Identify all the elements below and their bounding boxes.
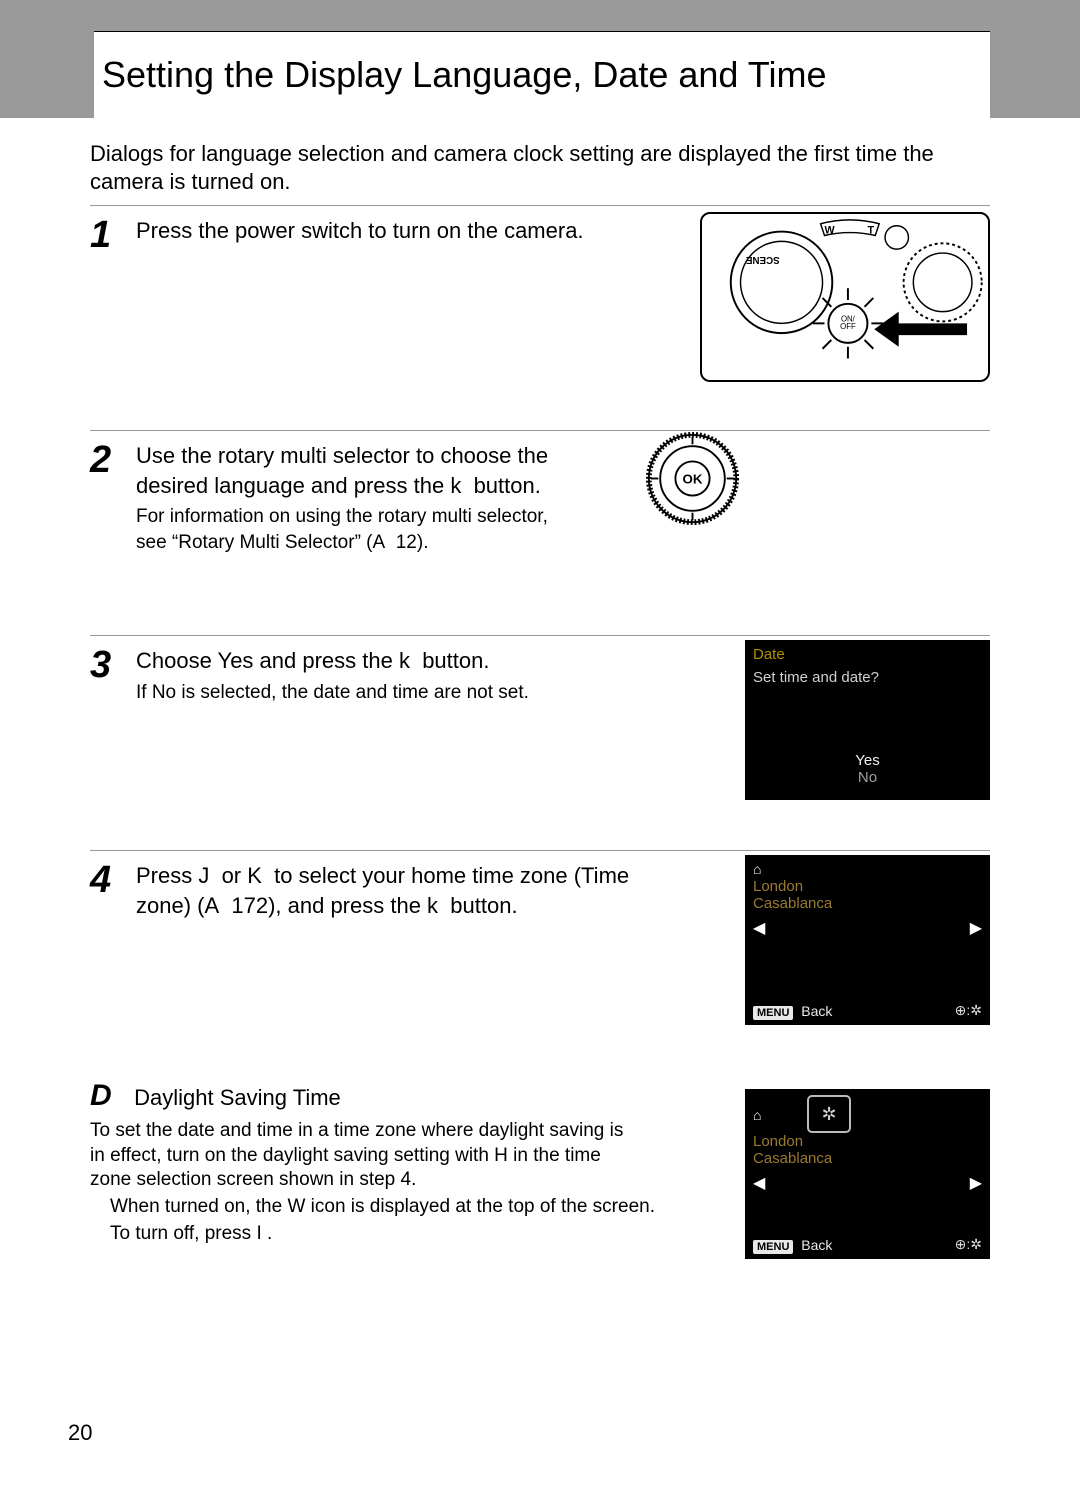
lcd-date-screen: Date Set time and date? Yes No [745, 640, 990, 800]
step-3-number: 3 [90, 646, 118, 684]
step-2-text: Use the rotary multi selector to choose … [136, 443, 548, 498]
lcd-tz2-arrows: ◀ ▶ [753, 1173, 982, 1193]
lcd-tz1-city1: London [753, 878, 982, 895]
step-1-text: Press the power switch to turn on the ca… [136, 218, 584, 243]
page-title: Setting the Display Language, Date and T… [94, 31, 990, 118]
note-title: Daylight Saving Time [134, 1085, 341, 1110]
step-3: 3 Choose Yes and press the k button. If … [90, 635, 990, 850]
svg-text:T: T [867, 225, 874, 237]
lcd-timezone-screen: ⌂ London Casablanca ◀ ▶ MENU Back ⊕:✲ [745, 855, 990, 1025]
lcd-date-prompt: Set time and date? [753, 669, 982, 686]
home-icon: ⌂ [753, 1107, 767, 1121]
step-1-number: 1 [90, 216, 118, 254]
svg-text:W: W [824, 225, 835, 237]
step-3-sub: If No is selected, the date and time are… [136, 680, 636, 706]
step-4-text: Press J or K to select your home time zo… [136, 863, 629, 918]
lcd-tz2-city1: London [753, 1133, 982, 1150]
header-band: Setting the Display Language, Date and T… [0, 0, 1080, 118]
step-4: 4 Press J or K to select your home time … [90, 850, 990, 1065]
lcd-tz2-city2: Casablanca [753, 1150, 982, 1167]
intro-text: Dialogs for language selection and camer… [90, 140, 990, 195]
lcd-tz1-back: Back [801, 1003, 832, 1019]
lcd-date-yes: Yes [745, 752, 990, 769]
step-1: 1 Press the power switch to turn on the … [90, 205, 990, 430]
lcd-tz1-city2: Casablanca [753, 895, 982, 912]
camera-top-illustration: SCENE ON/ OFF [700, 212, 990, 382]
right-arrow-icon: ▶ [970, 1173, 982, 1193]
multi-selector-illustration: OK [645, 431, 740, 526]
content: Dialogs for language selection and camer… [90, 130, 990, 1436]
daylight-saving-icon: ✲ [807, 1095, 851, 1133]
lcd-date-no: No [745, 769, 990, 786]
left-arrow-icon: ◀ [753, 1173, 765, 1193]
step-2: 2 Use the rotary multi selector to choos… [90, 430, 990, 635]
note-body: To set the date and time in a time zone … [90, 1119, 640, 1193]
ok-hint-icon: ⊕:✲ [955, 1002, 982, 1019]
page-title-text: Setting the Display Language, Date and T… [102, 54, 826, 96]
home-icon: ⌂ [753, 861, 767, 875]
svg-text:SCENE: SCENE [745, 254, 779, 265]
menu-pill: MENU [753, 1006, 793, 1020]
step-2-sub: For information on using the rotary mult… [136, 504, 556, 555]
lcd-tz1-arrows: ◀ ▶ [753, 918, 982, 938]
right-arrow-icon: ▶ [970, 918, 982, 938]
step-3-text: Choose Yes and press the k button. [136, 648, 489, 673]
svg-text:OK: OK [683, 471, 703, 486]
step-2-number: 2 [90, 441, 118, 479]
note-sub2: To turn off, press I . [90, 1222, 680, 1247]
ok-hint-icon: ⊕:✲ [955, 1236, 982, 1253]
lcd-tz2-back: Back [801, 1237, 832, 1253]
svg-text:OFF: OFF [840, 322, 856, 331]
lcd-date-title: Date [753, 646, 982, 663]
left-arrow-icon: ◀ [753, 918, 765, 938]
step-4-number: 4 [90, 861, 118, 899]
lcd-timezone-dst-screen: ⌂ ✲ London Casablanca ◀ ▶ MENU Back ⊕:✲ [745, 1089, 990, 1259]
page-number: 20 [68, 1420, 92, 1446]
daylight-saving-note: D Daylight Saving Time To set the date a… [90, 1065, 990, 1279]
note-sub1: When turned on, the W icon is displayed … [90, 1195, 680, 1220]
note-marker: D [90, 1079, 128, 1113]
menu-pill: MENU [753, 1240, 793, 1254]
